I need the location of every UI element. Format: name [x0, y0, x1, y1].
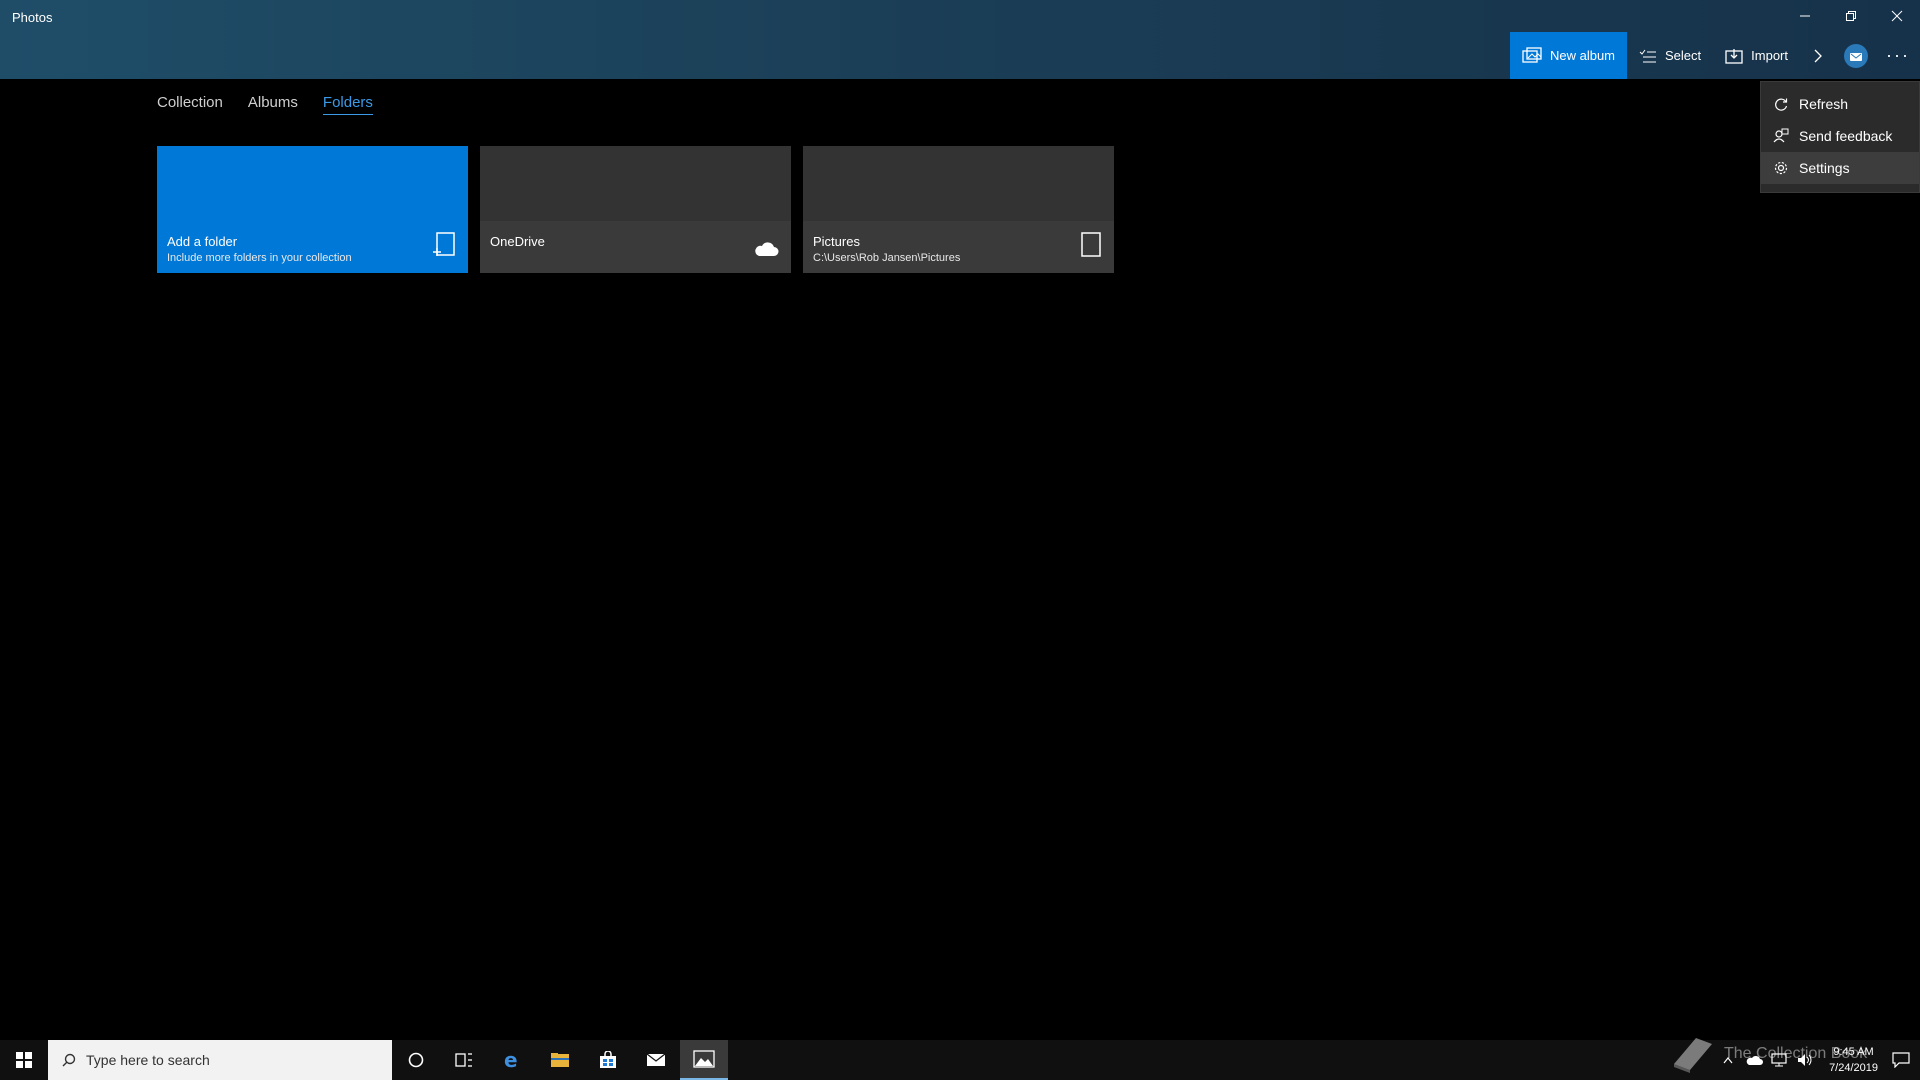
tile-title: Pictures: [813, 234, 860, 249]
pivot-tabs: Collection Albums Folders: [157, 94, 373, 115]
ellipsis-icon: ···: [1886, 45, 1910, 65]
mail-button[interactable]: [632, 1040, 680, 1080]
avatar-icon: [1850, 52, 1862, 61]
tab-folders[interactable]: Folders: [322, 94, 373, 115]
edge-browser-button[interactable]: e: [488, 1040, 536, 1080]
chevron-right-icon: [1814, 49, 1822, 62]
new-album-button[interactable]: New album: [1509, 32, 1628, 79]
menu-item-settings[interactable]: Settings: [1761, 152, 1919, 184]
more-options-menu: Refresh Send feedback Settings: [1760, 81, 1920, 193]
cortana-button[interactable]: [392, 1040, 440, 1080]
onedrive-tile[interactable]: OneDrive: [480, 146, 791, 273]
folder-tiles: Add a folder Include more folders in you…: [157, 146, 1114, 273]
select-label: Select: [1665, 48, 1702, 63]
photos-app-button[interactable]: [680, 1040, 728, 1080]
new-album-label: New album: [1549, 48, 1616, 63]
restore-icon: [1846, 11, 1856, 21]
more-options-button[interactable]: ···: [1876, 32, 1920, 79]
pictures-tile[interactable]: Pictures C:\Users\Rob Jansen\Pictures: [803, 146, 1114, 273]
gear-icon: [1774, 161, 1788, 175]
restore-button[interactable]: [1828, 0, 1874, 32]
avatar: [1844, 43, 1868, 68]
store-icon: [600, 1051, 616, 1068]
store-button[interactable]: [584, 1040, 632, 1080]
feedback-icon: [1773, 128, 1789, 143]
mail-icon: [646, 1053, 666, 1066]
svg-text:e: e: [504, 1050, 518, 1070]
menu-item-label: Send feedback: [1799, 128, 1893, 144]
cortana-icon: [408, 1052, 424, 1068]
task-view-icon: [455, 1053, 472, 1067]
refresh-icon: [1775, 98, 1788, 111]
menu-item-label: Refresh: [1799, 96, 1849, 112]
edge-icon: e: [504, 1050, 518, 1070]
search-icon: [62, 1053, 76, 1067]
account-button[interactable]: [1836, 32, 1876, 79]
photos-icon: [693, 1050, 715, 1068]
menu-item-refresh[interactable]: Refresh: [1761, 88, 1919, 120]
cloud-icon: [753, 240, 779, 263]
watermark-text: The Collection Book: [1724, 1045, 1868, 1062]
select-icon: [1639, 49, 1657, 63]
chevron-right-button[interactable]: [1800, 32, 1836, 79]
tile-title: Add a folder: [167, 234, 238, 249]
select-button[interactable]: Select: [1627, 32, 1713, 79]
command-bar: New album Select Import ···: [1509, 32, 1920, 79]
watermark: The Collection Book: [1670, 1032, 1867, 1076]
taskbar: Type here to search e 9:45 AM 7/24/2019: [0, 1040, 1920, 1080]
import-label: Import: [1751, 48, 1788, 63]
import-button[interactable]: Import: [1713, 32, 1800, 79]
tile-path: C:\Users\Rob Jansen\Pictures: [813, 252, 961, 264]
close-button[interactable]: [1874, 0, 1920, 32]
tile-title: OneDrive: [490, 234, 545, 249]
start-button[interactable]: [0, 1040, 48, 1080]
task-view-button[interactable]: [440, 1040, 488, 1080]
search-placeholder: Type here to search: [86, 1052, 210, 1068]
window-controls: [1782, 0, 1920, 32]
menu-item-label: Settings: [1799, 160, 1850, 176]
add-folder-icon: [432, 232, 456, 263]
app-title: Photos: [12, 10, 53, 25]
notification-icon: [1892, 1052, 1910, 1068]
windows-icon: [16, 1052, 32, 1068]
book-logo-icon: [1674, 1038, 1712, 1073]
import-icon: [1725, 48, 1743, 64]
tab-collection[interactable]: Collection: [157, 94, 223, 115]
add-folder-tile[interactable]: Add a folder Include more folders in you…: [157, 146, 468, 273]
folder-icon: [1080, 232, 1102, 263]
taskbar-search[interactable]: Type here to search: [48, 1040, 392, 1080]
tile-subtitle: Include more folders in your collection: [167, 252, 352, 264]
app-header: Photos New album Select Import ···: [0, 0, 1920, 79]
tab-albums[interactable]: Albums: [248, 94, 298, 115]
notification-center-button[interactable]: [1892, 1051, 1910, 1069]
file-explorer-button[interactable]: [536, 1040, 584, 1080]
new-album-icon: [1522, 46, 1542, 65]
file-explorer-icon: [551, 1053, 569, 1067]
minimize-button[interactable]: [1782, 0, 1828, 32]
close-icon: [1891, 10, 1903, 22]
minimize-icon: [1800, 15, 1810, 17]
menu-item-send-feedback[interactable]: Send feedback: [1761, 120, 1919, 152]
